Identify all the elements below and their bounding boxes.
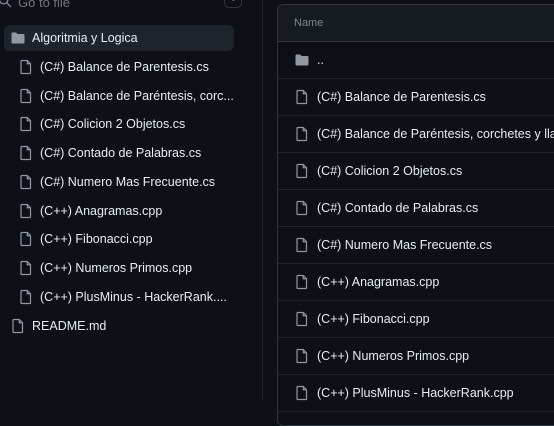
file-row[interactable]: (C++) PlusMinus - HackerRank.cpp [278,375,554,412]
tree-file-item[interactable]: (C++) Numeros Primos.cpp [4,255,234,281]
file-tree-panel: t Algoritmia y Logica (C#) Balance de Pa… [0,0,262,400]
file-icon [294,200,310,216]
tree-file-label: (C#) Balance de Paréntesis, corc... [40,89,234,103]
parent-directory-row[interactable]: .. [278,42,554,79]
file-link[interactable]: (C++) Anagramas.cpp [317,275,439,289]
file-link[interactable]: (C#) Numero Mas Frecuente.cs [317,238,492,252]
file-icon [18,231,34,247]
tree-file-item[interactable]: (C#) Balance de Parentesis.cs [4,54,234,80]
directory-listing: Name .. (C#) Balance de Parentesis.cs (C… [277,4,554,426]
tree-file-label: (C#) Colicion 2 Objetos.cs [40,117,186,131]
file-icon [294,348,310,364]
search-input[interactable] [18,0,198,11]
file-icon [18,289,34,305]
tree-folder-label: Algoritmia y Logica [32,31,138,45]
file-icon [294,311,310,327]
file-row[interactable]: (C#) Numero Mas Frecuente.cs [278,227,554,264]
file-icon [18,174,34,190]
name-column-header: Name [294,17,324,29]
file-icon [18,59,34,75]
tree-file-label: (C++) PlusMinus - HackerRank.... [40,290,227,304]
file-link[interactable]: (C++) Numeros Primos.cpp [317,349,469,363]
file-icon [18,116,34,132]
tree-file-item[interactable]: (C#) Balance de Paréntesis, corc... [4,83,234,109]
file-row[interactable]: (C#) Balance de Parentesis.cs [278,79,554,116]
file-icon [294,163,310,179]
file-link[interactable]: (C++) Fibonacci.cpp [317,312,430,326]
folder-icon [10,30,26,46]
tree-file-item[interactable]: (C++) Anagramas.cpp [4,198,234,224]
file-link[interactable]: (C#) Balance de Parentesis.cs [317,90,486,104]
file-icon [18,88,34,104]
file-row[interactable]: (C#) Balance de Paréntesis, corchetes y … [278,116,554,153]
file-row[interactable]: (C++) Fibonacci.cpp [278,301,554,338]
tree-file-item[interactable]: (C#) Numero Mas Frecuente.cs [4,169,234,195]
file-icon [18,145,34,161]
file-link[interactable]: (C#) Contado de Palabras.cs [317,201,478,215]
parent-directory-link[interactable]: .. [317,53,324,67]
file-row[interactable]: (C#) Contado de Palabras.cs [278,190,554,227]
tree-file-readme[interactable]: README.md [4,313,234,339]
tree-folder-algoritmia-y-logica[interactable]: Algoritmia y Logica [4,25,234,51]
listing-header: Name [278,5,554,42]
tree-file-item[interactable]: (C#) Colicion 2 Objetos.cs [4,111,234,137]
tree-file-label: (C#) Numero Mas Frecuente.cs [40,175,216,189]
file-link[interactable]: (C++) PlusMinus - HackerRank.cpp [317,386,514,400]
tree-file-label: (C++) Fibonacci.cpp [40,232,153,246]
search-icon [0,0,12,8]
file-row[interactable]: (C++) Anagramas.cpp [278,264,554,301]
tree-file-label: (C++) Anagramas.cpp [40,204,163,218]
file-link[interactable]: (C#) Balance de Paréntesis, corchetes y … [317,127,554,141]
tree-file-item[interactable]: (C#) Contado de Palabras.cs [4,140,234,166]
folder-icon [294,52,310,68]
file-icon [18,203,34,219]
tree-file-item[interactable]: (C++) PlusMinus - HackerRank.... [4,284,234,310]
file-icon [10,318,26,334]
file-icon [294,274,310,290]
tree-file-label: (C++) Numeros Primos.cpp [40,261,193,275]
tree-file-item[interactable]: (C++) Fibonacci.cpp [4,226,234,252]
file-icon [294,385,310,401]
tree-file-label: README.md [32,319,107,333]
go-to-file-search[interactable]: t [0,0,250,14]
file-link[interactable]: (C#) Colicion 2 Objetos.cs [317,164,462,178]
file-icon [18,260,34,276]
shortcut-key-badge: t [224,0,242,8]
file-row[interactable]: (C++) Numeros Primos.cpp [278,338,554,375]
file-icon [294,89,310,105]
file-icon [294,237,310,253]
tree-file-label: (C#) Contado de Palabras.cs [40,146,202,160]
pane-divider[interactable] [262,0,263,400]
file-icon [294,126,310,142]
tree-file-label: (C#) Balance de Parentesis.cs [40,60,209,74]
file-row[interactable]: (C#) Colicion 2 Objetos.cs [278,153,554,190]
